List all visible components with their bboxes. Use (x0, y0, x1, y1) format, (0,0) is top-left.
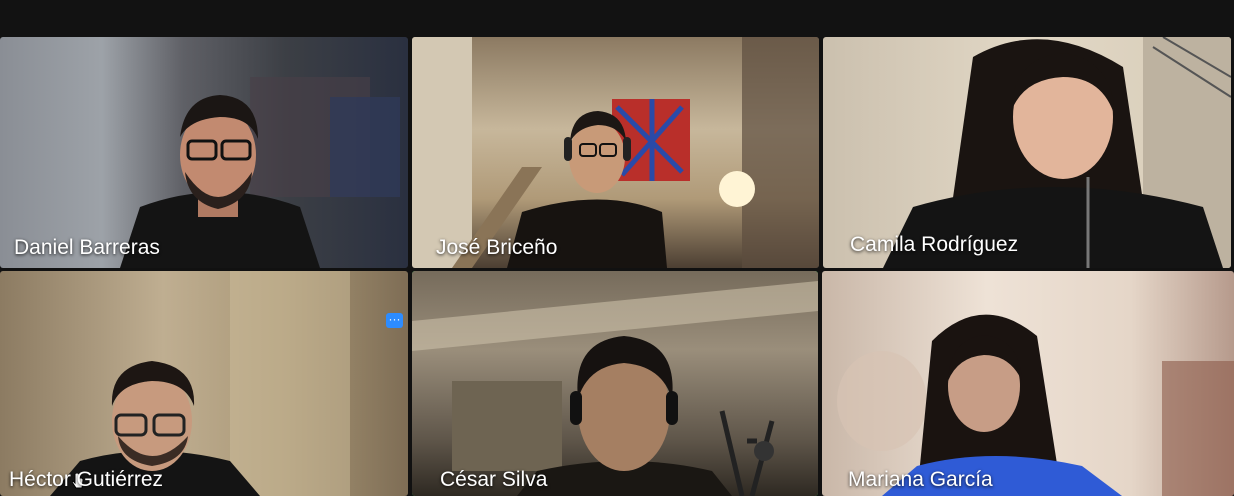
video-tile-cesar-silva[interactable]: César Silva (412, 271, 818, 496)
meeting-top-bar (0, 0, 1234, 37)
participant-name-label: Mariana García (848, 468, 993, 491)
participant-name-label: José Briceño (436, 236, 558, 259)
participant-name-label: Héctor Gutiérrez (9, 468, 164, 491)
video-tile-jose-briceno[interactable]: José Briceño (412, 37, 819, 268)
participant-video (120, 77, 400, 268)
video-tile-camila-rodriguez[interactable]: Camila Rodríguez (823, 37, 1231, 268)
gallery-view: Daniel Barreras José Briceño Camila Rodr… (0, 37, 1234, 496)
video-tile-daniel-barreras[interactable]: Daniel Barreras (0, 37, 408, 268)
participant-name-label: Daniel Barreras (14, 236, 160, 259)
participant-name-label: César Silva (440, 468, 548, 491)
participant-video (50, 271, 350, 496)
video-tile-mariana-garcia[interactable]: Mariana García (822, 271, 1234, 496)
participant-video (412, 37, 819, 268)
participant-video (837, 314, 1234, 496)
ellipsis-icon[interactable]: ··· (386, 313, 403, 328)
participant-video (412, 281, 818, 496)
participant-name-label: Camila Rodríguez (850, 233, 1019, 256)
video-tile-hector-gutierrez[interactable]: ··· Héctor Gutiérrez (0, 271, 408, 496)
